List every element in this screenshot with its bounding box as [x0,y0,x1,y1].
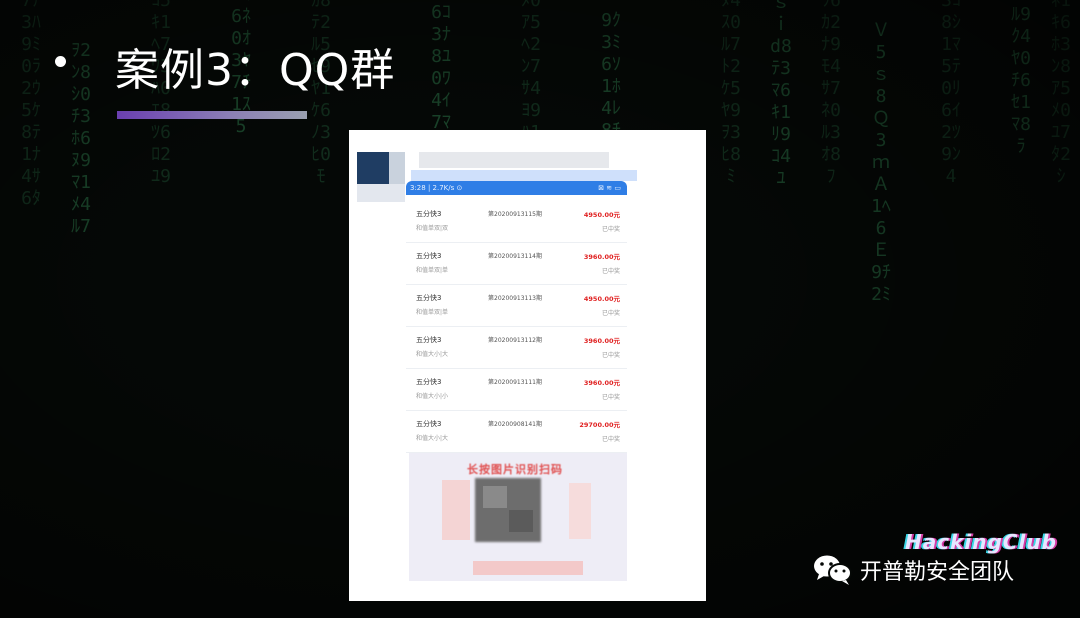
blurred-bar [411,170,637,181]
play-type: 和值单双|单 [416,309,449,316]
game-name: 五分快3 [416,420,442,428]
status-icons: ⊠ ≋ ▭ [598,184,621,192]
period-number: 第20200913115期 [488,211,542,218]
win-amount: 3960.00元 [583,337,620,345]
win-amount: 3960.00元 [583,253,620,261]
play-type: 和值大小|大 [416,435,449,442]
period-number: 第20200908141期 [488,421,542,428]
title-underline [117,111,307,119]
blurred-footer [473,561,583,575]
win-amount: 4950.00元 [583,295,620,303]
list-item[interactable]: 五分快3 和值大小|大 第20200908141期 29700.00元 已中奖 [406,411,627,453]
bullet-dot [55,56,66,67]
list-item[interactable]: 五分快3 和值单双|单 第20200913113期 4950.00元 已中奖 [406,285,627,327]
game-name: 五分快3 [416,294,442,302]
list-item[interactable]: 五分快3 和值大小|大 第20200913112期 3960.00元 已中奖 [406,327,627,369]
pixel-block [389,152,405,184]
pixel-block [569,483,591,539]
promo-text: 长按图片识别扫码 [467,463,563,476]
list-item[interactable]: 五分快3 和值单双|单 第20200913114期 3960.00元 已中奖 [406,243,627,285]
period-number: 第20200913113期 [488,295,542,302]
period-number: 第20200913112期 [488,337,542,344]
slide-title: 案例3：QQ群 [115,45,396,96]
bet-record-list: 五分快3 和值单双|双 第20200913115期 4950.00元 已中奖 五… [406,201,627,453]
blurred-name [419,152,609,168]
play-type: 和值单双|双 [416,225,449,232]
win-amount: 3960.00元 [583,379,620,387]
phone-screen: 3:28 | 2.7K/s ⊙ ⊠ ≋ ▭ 五分快3 和值单双|双 第20200… [406,181,627,581]
promo-qr-panel: 长按图片识别扫码 [409,453,627,581]
hackingclub-logo: HackingClub [905,530,1057,554]
pixel-block [509,510,533,532]
list-item[interactable]: 五分快3 和值单双|双 第20200913115期 4950.00元 已中奖 [406,201,627,243]
game-name: 五分快3 [416,378,442,386]
status-bar: 3:28 | 2.7K/s ⊙ ⊠ ≋ ▭ [406,181,627,195]
period-number: 第20200913111期 [488,379,542,386]
game-name: 五分快3 [416,336,442,344]
win-status: 已中奖 [601,268,620,275]
status-time: 3:28 | 2.7K/s ⊙ [410,184,463,192]
game-name: 五分快3 [416,210,442,218]
watermark-team-name: 开普勒安全团队 [860,560,1015,585]
win-status: 已中奖 [601,394,620,401]
play-type: 和值大小|小 [416,393,449,400]
win-amount: 4950.00元 [583,211,620,219]
pixel-block [483,486,507,508]
play-type: 和值大小|大 [416,351,449,358]
win-amount: 29700.00元 [579,421,620,429]
win-status: 已中奖 [601,226,620,233]
period-number: 第20200913114期 [488,253,542,260]
win-status: 已中奖 [601,352,620,359]
game-name: 五分快3 [416,252,442,260]
wechat-icon [814,555,852,585]
pixel-block [357,184,405,202]
blurred-avatar [357,152,389,184]
win-status: 已中奖 [601,310,620,317]
pixel-block [442,480,470,540]
list-item[interactable]: 五分快3 和值大小|小 第20200913111期 3960.00元 已中奖 [406,369,627,411]
play-type: 和值单双|单 [416,267,449,274]
win-status: 已中奖 [601,436,620,443]
screenshot-card: 3:28 | 2.7K/s ⊙ ⊠ ≋ ▭ 五分快3 和值单双|双 第20200… [349,130,706,601]
